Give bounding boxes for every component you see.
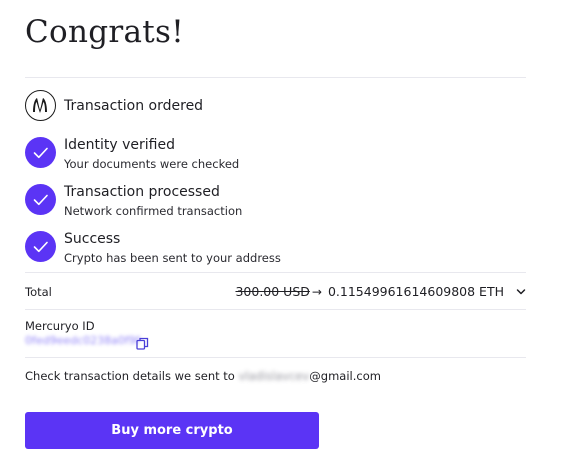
step-sublabel: Crypto has been sent to your address xyxy=(64,251,281,265)
divider xyxy=(25,357,526,358)
chevron-down-icon[interactable] xyxy=(516,284,526,299)
copy-icon[interactable] xyxy=(136,335,149,350)
page-title: Congrats! xyxy=(25,14,185,50)
old-amount: 300.00 USD xyxy=(235,284,310,299)
mercuryo-id-label: Mercuryo ID xyxy=(25,319,95,333)
divider xyxy=(25,309,526,310)
step-identity-verified: Identity verified Your documents were ch… xyxy=(25,137,526,171)
divider xyxy=(25,77,526,78)
step-sublabel: Network confirmed transaction xyxy=(64,204,243,218)
total-label: Total xyxy=(25,285,52,299)
crypto-amount: 0.11549961614609808 ETH xyxy=(327,284,504,299)
step-label: Identity verified xyxy=(64,137,175,153)
email-note-prefix: Check transaction details we sent to xyxy=(25,369,239,383)
step-label: Success xyxy=(64,231,121,247)
total-row[interactable]: Total 300.00 USD → 0.11549961614609808 E… xyxy=(25,282,526,304)
mercuryo-logo-icon xyxy=(25,90,56,121)
email-masked-user: vladislavcev xyxy=(238,369,310,383)
check-icon xyxy=(25,184,56,215)
step-transaction-ordered: Transaction ordered xyxy=(25,90,526,124)
mercuryo-id-value: 0fed9eedc0238a0f9f xyxy=(25,334,140,347)
step-label: Transaction ordered xyxy=(64,98,204,114)
step-success: Success Crypto has been sent to your add… xyxy=(25,231,526,265)
total-value[interactable]: 300.00 USD → 0.11549961614609808 ETH xyxy=(235,284,526,299)
check-icon xyxy=(25,137,56,168)
step-sublabel: Your documents were checked xyxy=(64,157,240,171)
step-transaction-processed: Transaction processed Network confirmed … xyxy=(25,184,526,218)
email-note: Check transaction details we sent to vla… xyxy=(25,369,381,383)
arrow-right-icon: → xyxy=(311,284,322,299)
buy-more-crypto-button[interactable]: Buy more crypto xyxy=(25,412,319,449)
check-icon xyxy=(25,231,56,262)
divider xyxy=(25,272,526,273)
email-domain: @gmail.com xyxy=(309,369,381,383)
step-label: Transaction processed xyxy=(64,184,220,200)
